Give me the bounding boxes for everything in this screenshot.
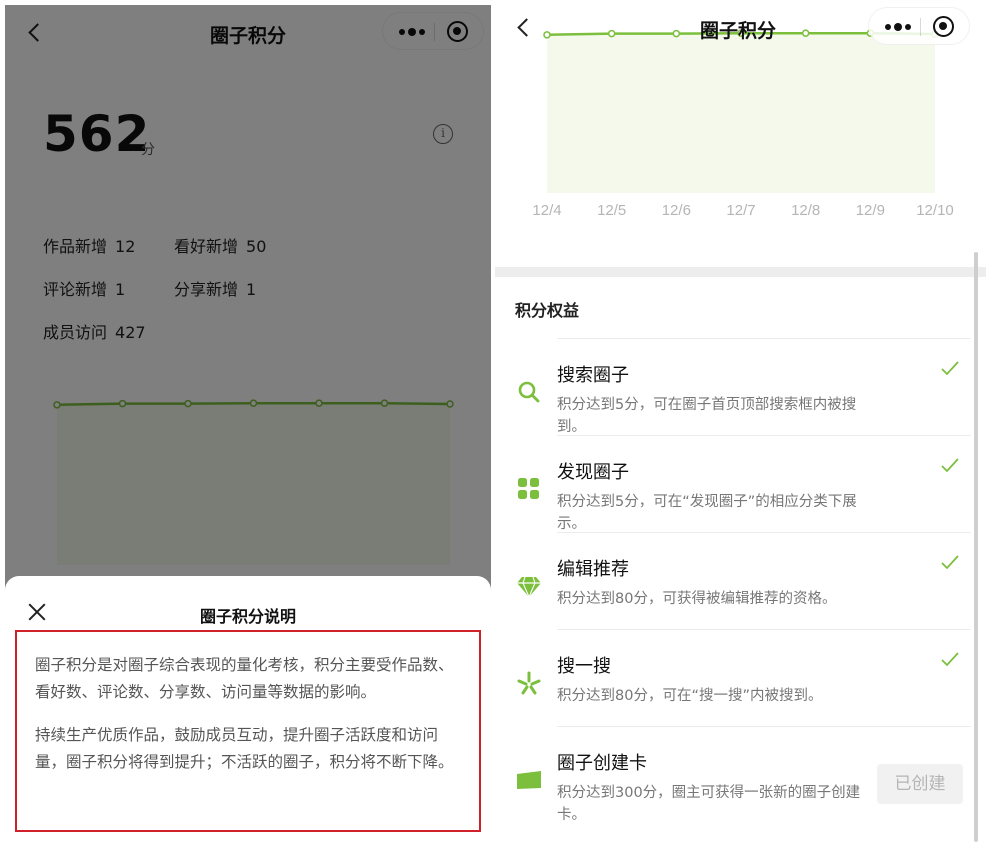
chart-x-tick-label: 12/4	[532, 202, 561, 219]
chart-area-fill	[547, 33, 935, 194]
explanation-paragraph: 持续生产优质作品，鼓励成员互动，提升圈子活跃度和访问量，圈子积分将得到提升；不活…	[35, 726, 454, 771]
left-screen: 圈子积分 562 分 i 作品新增12 看好新增50 评论新增1 分享新增1 成…	[5, 5, 491, 843]
chart-point	[607, 29, 616, 38]
close-target-icon[interactable]	[933, 16, 954, 37]
benefit-item-sousou[interactable]: 搜一搜 积分达到80分，可在“搜一搜”内被搜到。	[495, 629, 971, 726]
created-button[interactable]: 已创建	[877, 764, 963, 804]
close-icon[interactable]	[25, 600, 49, 624]
mini-program-capsule	[868, 7, 970, 45]
divider	[557, 532, 971, 533]
benefit-title: 发现圈子	[557, 462, 629, 483]
benefit-description: 积分达到5分，可在圈子首页顶部搜索框内被搜到。	[557, 397, 857, 435]
divider	[557, 338, 971, 339]
chart-x-tick-label: 12/9	[856, 202, 885, 219]
divider	[557, 726, 971, 727]
sheet-title: 圈子积分说明	[199, 607, 296, 626]
check-icon	[941, 458, 959, 473]
page-title: 圈子积分	[699, 20, 776, 42]
sparkle-icon	[517, 671, 541, 695]
benefit-description: 积分达到5分，可在“发现圈子”的相应分类下展示。	[557, 494, 857, 532]
benefits-section-title: 积分权益	[515, 301, 580, 320]
section-divider	[495, 267, 986, 277]
explanation-text-box: 圈子积分是对圈子综合表现的量化考核，积分主要受作品数、看好数、评论数、分享数、访…	[15, 630, 481, 832]
card-icon	[517, 771, 541, 789]
benefit-title: 搜一搜	[557, 656, 611, 677]
explanation-sheet: 圈子积分说明 圈子积分是对圈子综合表现的量化考核，积分主要受作品数、看好数、评论…	[5, 576, 491, 843]
search-icon	[518, 381, 540, 403]
more-dots-icon[interactable]	[883, 16, 917, 36]
check-icon	[941, 652, 959, 667]
benefit-description: 积分达到80分，可获得被编辑推荐的资格。	[557, 591, 837, 607]
chart-x-tick-label: 12/5	[597, 202, 626, 219]
divider	[557, 435, 971, 436]
capsule-divider	[920, 18, 921, 36]
benefit-title: 编辑推荐	[557, 559, 629, 580]
benefit-description: 积分达到300分，圈主可获得一张新的圈子创建卡。	[557, 785, 861, 823]
chart-point	[543, 31, 551, 39]
diamond-icon	[517, 576, 541, 599]
divider	[557, 629, 971, 630]
chart-x-tick-label: 12/10	[916, 202, 954, 219]
benefit-title: 圈子创建卡	[557, 753, 647, 774]
benefit-item-search[interactable]: 搜索圈子 积分达到5分，可在圈子首页顶部搜索框内被搜到。	[495, 338, 971, 435]
check-icon	[941, 555, 959, 570]
benefit-item-editor-pick[interactable]: 编辑推荐 积分达到80分，可获得被编辑推荐的资格。	[495, 532, 971, 629]
benefit-description: 积分达到80分，可在“搜一搜”内被搜到。	[557, 688, 823, 704]
benefit-item-discover[interactable]: 发现圈子 积分达到5分，可在“发现圈子”的相应分类下展示。	[495, 435, 971, 532]
chart-x-tick-label: 12/7	[726, 202, 755, 219]
chart-x-tick-label: 12/8	[791, 202, 820, 219]
check-icon	[941, 361, 959, 376]
grid-icon	[518, 478, 539, 499]
right-screen: 12/4 12/5 12/6 12/7 12/8 12/9 12/10 圈子积分 积分权益 …	[495, 5, 986, 843]
explanation-paragraph: 圈子积分是对圈子综合表现的量化考核，积分主要受作品数、看好数、评论数、分享数、访…	[35, 656, 454, 701]
benefit-title: 搜索圈子	[557, 365, 629, 386]
chart-x-tick-label: 12/6	[662, 202, 691, 219]
scrollbar[interactable]	[974, 252, 978, 842]
benefit-item-create-card: 圈子创建卡 积分达到300分，圈主可获得一张新的圈子创建卡。 已创建	[495, 726, 971, 823]
